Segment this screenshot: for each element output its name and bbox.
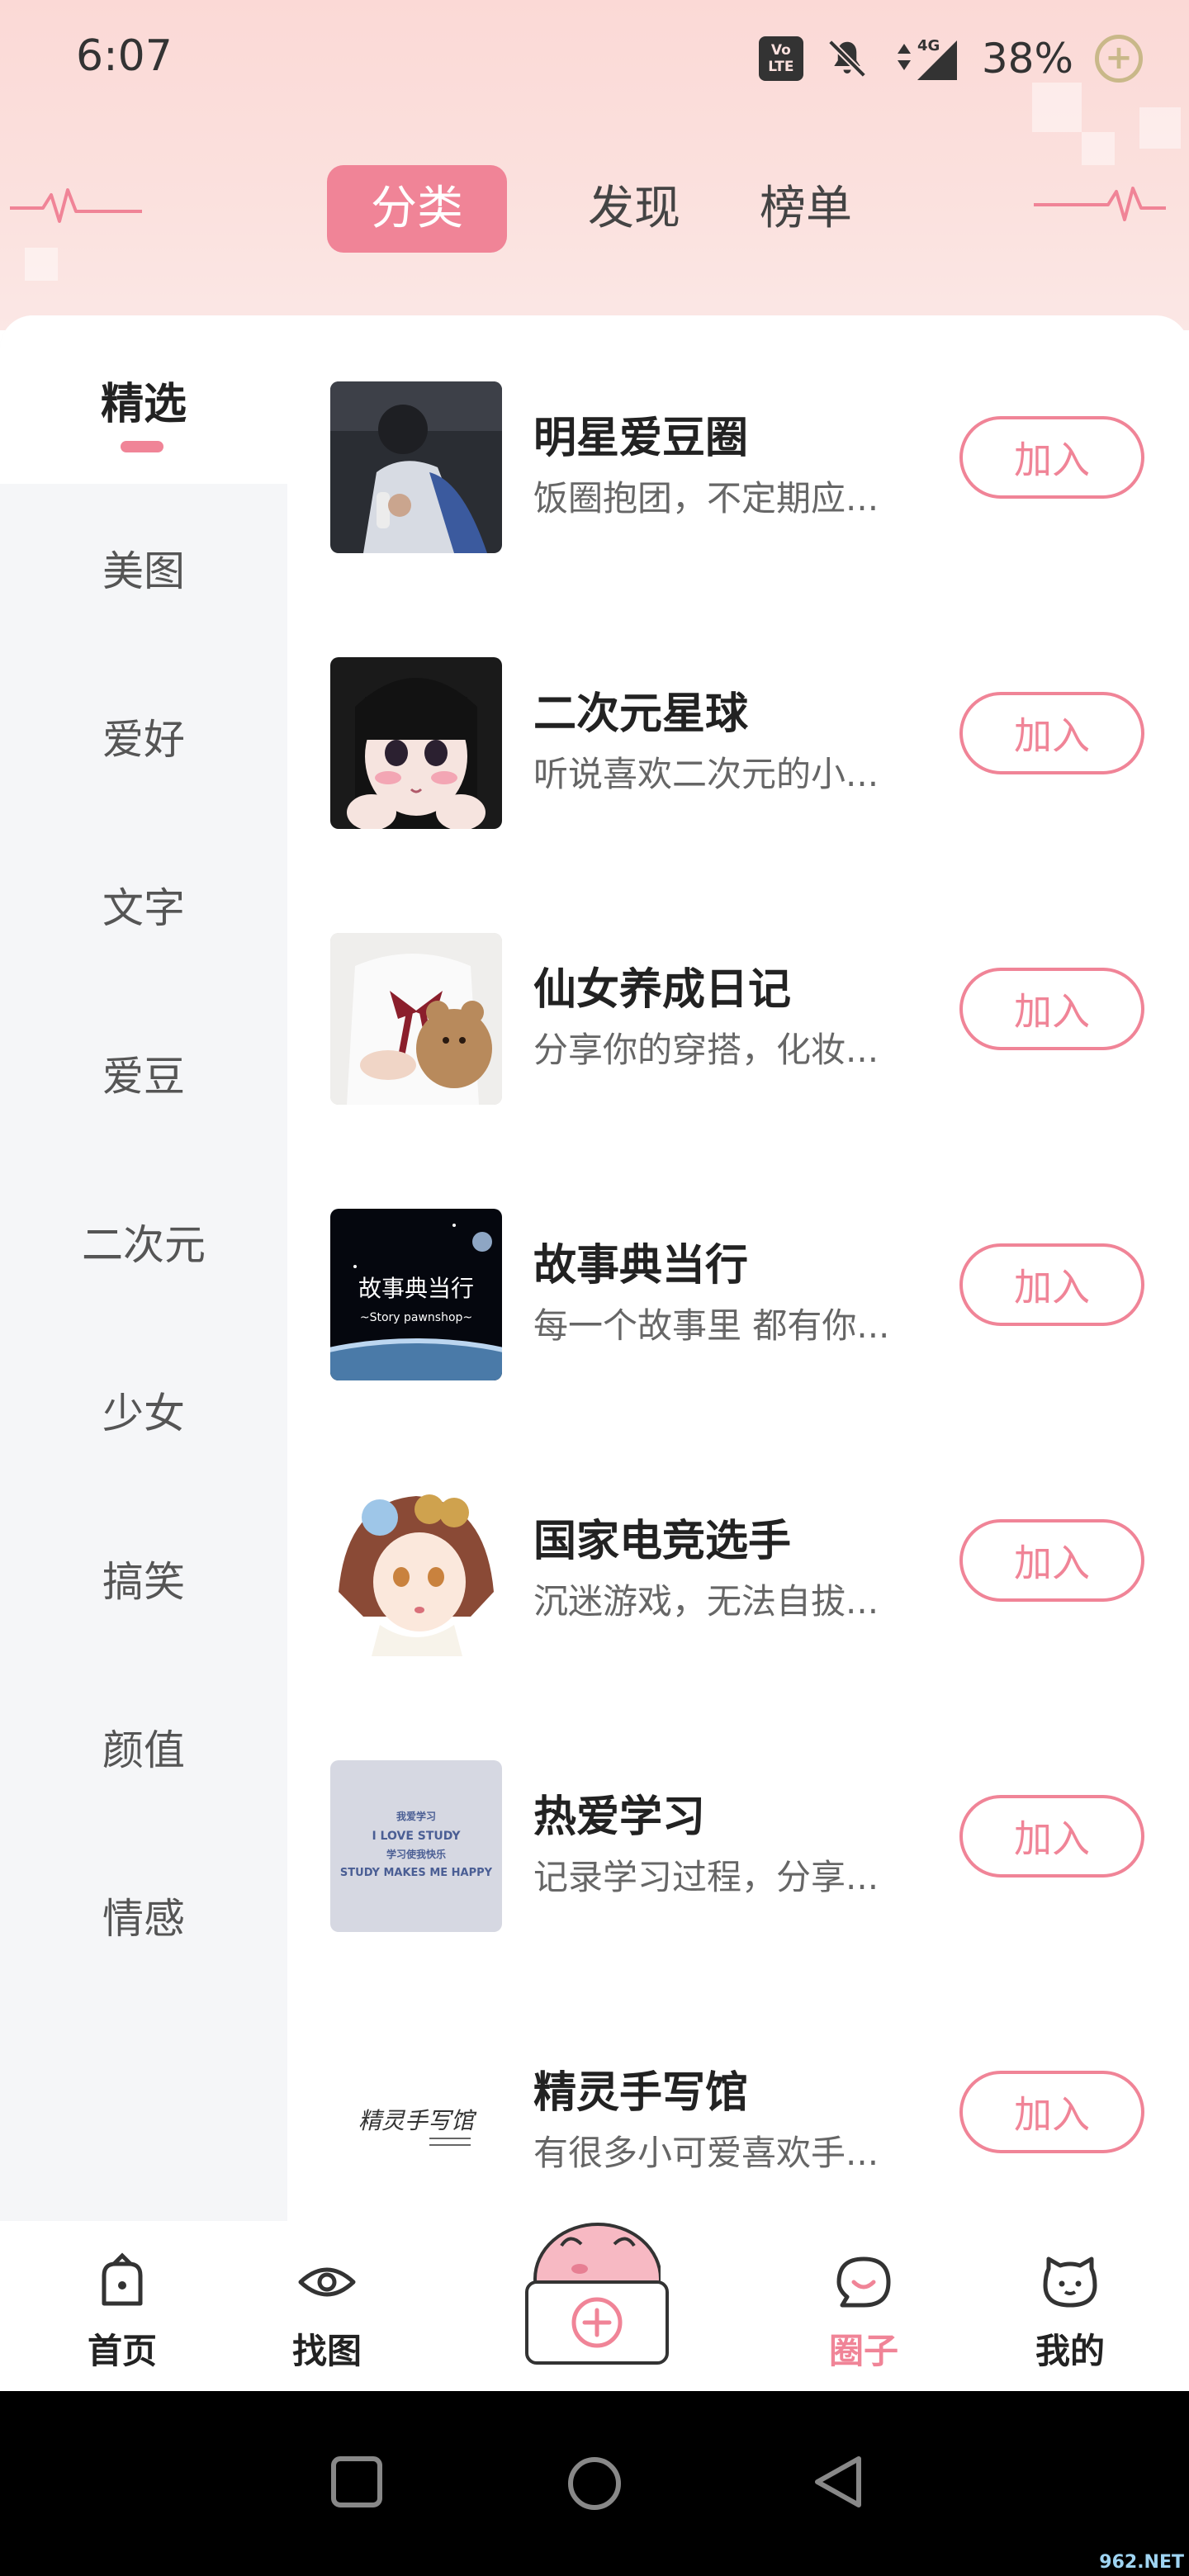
nav-home[interactable]: 首页 [40,2221,205,2391]
circle-description: 饭圈抱团，不定期应... [533,478,879,519]
active-indicator [121,441,163,452]
header: 6:07 Vo LTE 4G 38% + 分类 发现 榜单 [0,0,1189,330]
decor-square [25,248,58,281]
list-item[interactable]: 精灵手写馆 精灵手写馆 有很多小可爱喜欢手... 加入 [287,1970,1189,2221]
main-panel: 精选 美图 爱好 文字 爱豆 二次元 少女 搞笑 颜值 情感 明星爱豆圈 饭圈抱… [0,315,1189,2221]
circle-title: 热爱学习 [533,1792,706,1842]
sidebar-item-idols[interactable]: 爱豆 [0,989,287,1158]
sidebar-item-emotion[interactable]: 情感 [0,1831,287,2000]
circle-description: 听说喜欢二次元的小... [533,754,879,794]
signal-icon: 4G [897,37,957,80]
sidebar-item-featured[interactable]: 精选 [0,315,287,484]
add-button[interactable] [525,2280,669,2365]
circle-title: 仙女养成日记 [533,965,792,1015]
battery-saver-icon: + [1095,35,1143,83]
sidebar-item-funny[interactable]: 搞笑 [0,1494,287,1663]
sidebar-item-text[interactable]: 文字 [0,821,287,989]
thumb-story-title: 故事典当行 [358,1275,474,1302]
circle-title: 精灵手写馆 [533,2068,749,2118]
circle-description: 有很多小可爱喜欢手... [533,2133,879,2173]
circle-description: 记录学习过程，分享... [533,1857,879,1897]
thumb-story-subtitle: ~Story pawnshop~ [360,1311,472,1324]
circle-title: 二次元星球 [533,689,749,739]
eye-icon [298,2267,356,2297]
system-nav-bar: 962.NET [0,2391,1189,2576]
list-item[interactable]: 二次元星球 听说喜欢二次元的小... 加入 [287,591,1189,867]
circle-thumbnail [330,381,502,553]
circle-description: 沉迷游戏，无法自拔... [533,1581,879,1622]
circle-thumbnail: 我爱学习 I LOVE STUDY 学习使我快乐 STUDY MAKES ME … [330,1760,502,1932]
mascot-icon [533,2223,661,2287]
nav-mine[interactable]: 我的 [988,2221,1153,2391]
volte-icon: Vo LTE [758,36,803,81]
cat-face-icon [1043,2256,1097,2308]
top-tab-bar: 分类 发现 榜单 [327,165,910,253]
thumb-study-line: 学习使我快乐 [386,1848,446,1860]
circle-title: 故事典当行 [533,1241,749,1290]
heartbeat-line-icon [1034,187,1166,221]
home-icon [102,2252,143,2306]
join-button[interactable]: 加入 [959,1243,1144,1326]
sidebar-item-anime[interactable]: 二次元 [0,1158,287,1326]
nav-circles[interactable]: 圈子 [781,2221,946,2391]
sidebar-item-girls[interactable]: 少女 [0,1326,287,1494]
sidebar-item-pictures[interactable]: 美图 [0,484,287,652]
heartbeat-line-icon [10,188,142,223]
bell-muted-icon [827,39,866,78]
thumb-study-line: STUDY MAKES ME HAPPY [340,1867,493,1879]
circle-thumbnail: 精灵手写馆 [330,2036,502,2208]
join-button[interactable]: 加入 [959,1519,1144,1602]
status-bar: 6:07 Vo LTE 4G 38% + [0,0,1189,116]
status-icons: Vo LTE 4G 38% + [758,30,1143,88]
circle-thumbnail [330,657,502,829]
list-item[interactable]: 明星爱豆圈 饭圈抱团，不定期应... 加入 [287,315,1189,591]
sidebar-item-looks[interactable]: 颜值 [0,1663,287,1831]
circle-title: 国家电竞选手 [533,1517,792,1566]
circle-thumbnail [330,933,502,1105]
sidebar-item-hobbies[interactable]: 爱好 [0,652,287,821]
category-sidebar: 精选 美图 爱好 文字 爱豆 二次元 少女 搞笑 颜值 情感 [0,315,287,2221]
tab-ranking[interactable]: 榜单 [738,165,874,253]
join-button[interactable]: 加入 [959,968,1144,1050]
circle-thumbnail: 故事典当行 ~Story pawnshop~ [330,1209,502,1380]
battery-percent: 38% [981,35,1073,83]
watermark: 962.NET [1099,2552,1184,2573]
home-circle-icon[interactable] [565,2454,624,2513]
tab-category[interactable]: 分类 [327,165,507,253]
circle-description: 分享你的穿搭，化妆... [533,1030,879,1070]
nav-find-image[interactable]: 找图 [244,2221,410,2391]
join-button[interactable]: 加入 [959,416,1144,499]
circle-thumbnail [330,1485,502,1656]
chat-bubble-icon [836,2256,891,2308]
back-icon[interactable] [811,2454,864,2510]
status-time: 6:07 [76,31,173,81]
thumb-study-line: I LOVE STUDY [372,1830,461,1843]
thumb-study-line: 我爱学习 [396,1810,436,1822]
join-button[interactable]: 加入 [959,2071,1144,2153]
list-item[interactable]: 仙女养成日记 分享你的穿搭，化妆... 加入 [287,867,1189,1143]
list-item[interactable]: 故事典当行 ~Story pawnshop~ 故事典当行 每一个故事里 都有你.… [287,1143,1189,1418]
thumb-handwriting: 精灵手写馆 [358,2107,477,2134]
network-label: 4G [917,37,940,54]
recent-apps-icon[interactable] [329,2454,385,2510]
join-button[interactable]: 加入 [959,1795,1144,1878]
add-icon [571,2297,623,2348]
circle-description: 每一个故事里 都有你... [533,1305,890,1346]
decor-square [1082,132,1115,165]
circle-title: 明星爱豆圈 [533,414,749,463]
join-button[interactable]: 加入 [959,692,1144,774]
list-item[interactable]: 国家电竞选手 沉迷游戏，无法自拔... 加入 [287,1418,1189,1694]
tab-discover[interactable]: 发现 [566,165,702,253]
list-item[interactable]: 我爱学习 I LOVE STUDY 学习使我快乐 STUDY MAKES ME … [287,1694,1189,1970]
